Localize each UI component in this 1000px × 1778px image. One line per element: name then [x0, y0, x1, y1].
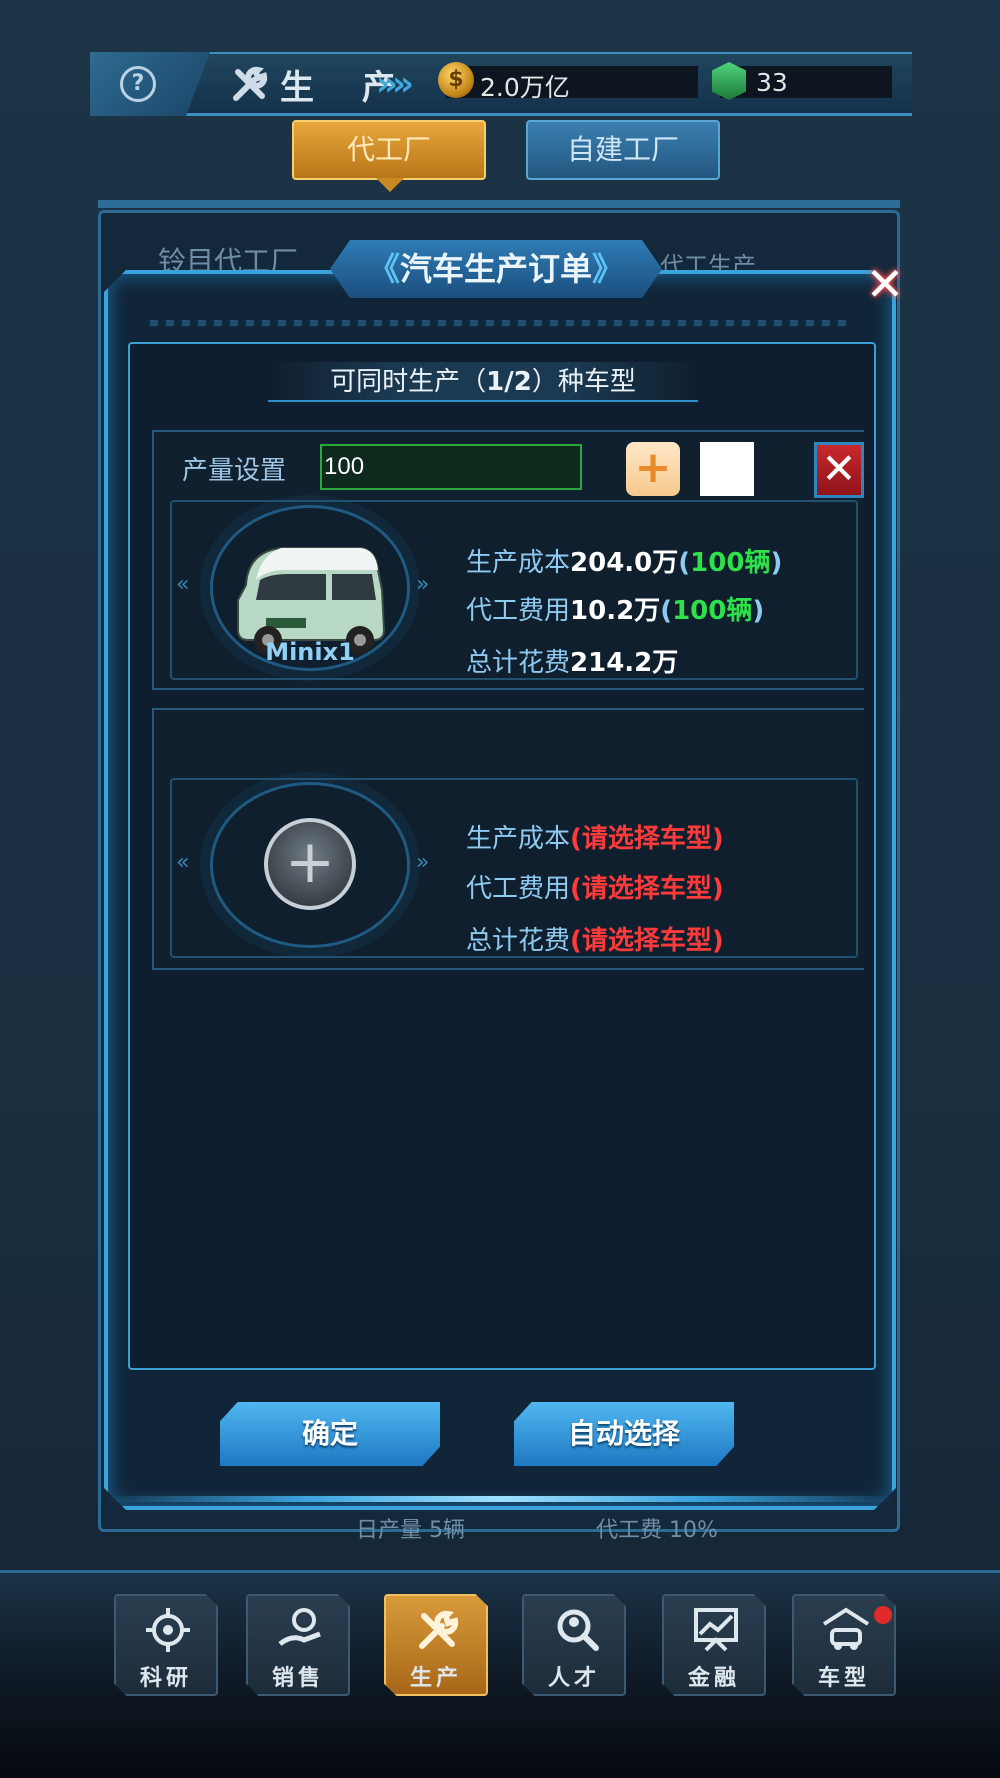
car-name: Minix1	[265, 638, 355, 666]
quantity-input[interactable]: 100	[320, 444, 582, 490]
production-cost-line: 生产成本(请选择车型)	[466, 818, 724, 855]
decorative-strip	[150, 320, 850, 326]
coin-balance: $ 2.0万亿	[438, 62, 698, 102]
gem-balance: 33	[712, 62, 892, 100]
add-car-button[interactable]: +	[264, 818, 356, 910]
production-cost-label: 生产成本	[466, 548, 571, 578]
select-car-placeholder: (请选择车型)	[570, 824, 724, 854]
ring-left-arrow-icon: «	[176, 850, 190, 875]
help-icon: ?	[120, 66, 156, 102]
nav-finance[interactable]: 金融	[662, 1594, 766, 1696]
oem-fee-text: 代工费 10%	[596, 1518, 718, 1543]
production-icon	[419, 1610, 459, 1649]
total-cost-label: 总计花费	[466, 926, 571, 956]
oem-fee-line: 代工费用(请选择车型)	[466, 868, 724, 905]
oem-fee-value: 10.2	[570, 596, 635, 626]
nav-label: 金融	[687, 1666, 740, 1691]
coin-value: 2.0万亿	[480, 73, 570, 102]
panel-top-line	[98, 200, 900, 208]
production-cost-label: 生产成本	[466, 824, 571, 854]
tab-oem-factory[interactable]: 代工厂	[292, 120, 486, 180]
auto-select-button[interactable]: 自动选择	[514, 1402, 734, 1466]
nav-label: 销售	[271, 1666, 324, 1691]
nav-label: 车型	[817, 1666, 870, 1691]
tools-icon	[233, 66, 268, 101]
capacity-prefix: 可同时生产（	[330, 367, 487, 397]
remove-slot-button[interactable]: ✕	[814, 442, 864, 498]
dialog-bottom-glow	[104, 1496, 896, 1502]
total-cost-line: 总计花费214.2万	[466, 642, 678, 679]
quantity-label: 产量设置	[182, 456, 287, 486]
sales-icon	[278, 1608, 321, 1646]
car-model-icon	[822, 1607, 870, 1650]
nav-label: 人才	[547, 1666, 600, 1691]
daily-output-text: 日产量 5辆	[356, 1518, 465, 1543]
nav-production[interactable]: 生产	[384, 1594, 488, 1696]
close-icon[interactable]: ✕	[862, 261, 908, 308]
select-car-placeholder: (请选择车型)	[570, 926, 724, 956]
ring-right-arrow-icon: »	[416, 850, 430, 875]
title-right-arrow-icon: 》	[592, 250, 625, 288]
oem-fee-count: 100辆	[672, 596, 753, 626]
capacity-suffix: ）种车型	[531, 367, 636, 397]
research-icon	[146, 1608, 190, 1652]
top-bar: ? 生 产 »» $ 2.0万亿 33	[90, 52, 912, 116]
production-cost-line: 生产成本204.0万(100辆)	[466, 548, 783, 578]
title-chevrons-icon: »»	[376, 64, 414, 104]
title-left-arrow-icon: 《	[367, 250, 400, 288]
total-cost-value: 214.2	[570, 648, 653, 678]
notification-badge	[874, 1606, 892, 1624]
blank-button[interactable]	[700, 442, 754, 496]
tab-own-factory[interactable]: 自建工厂	[526, 120, 720, 180]
production-cost-unit: 万	[652, 548, 679, 578]
oem-fee-label: 代工费用	[466, 596, 571, 626]
total-cost-label: 总计花费	[466, 648, 571, 678]
capacity-value: 1/2	[486, 367, 532, 397]
nav-sales[interactable]: 销售	[246, 1594, 350, 1696]
talent-icon	[557, 1609, 599, 1651]
nav-talent[interactable]: 人才	[522, 1594, 626, 1696]
select-car-placeholder: (请选择车型)	[570, 874, 724, 904]
oem-fee-label: 代工费用	[466, 874, 571, 904]
dialog-title: 《汽车生产订单》	[330, 240, 662, 298]
production-cost-value: 204.0	[570, 548, 653, 578]
nav-label: 生产	[409, 1666, 462, 1691]
increase-quantity-button[interactable]: +	[626, 442, 680, 496]
ring-left-arrow-icon: «	[176, 572, 190, 597]
finance-icon	[694, 1608, 738, 1652]
total-cost-unit: 万	[652, 648, 679, 678]
production-cost-count: 100辆	[690, 548, 771, 578]
oem-fee-unit: 万	[634, 596, 661, 626]
nav-label: 科研	[139, 1666, 192, 1691]
dialog-title-text: 汽车生产订单	[399, 250, 592, 288]
ring-right-arrow-icon: »	[416, 572, 430, 597]
nav-research[interactable]: 科研	[114, 1594, 218, 1696]
capacity-banner: 可同时生产（1/2）种车型	[268, 362, 698, 402]
oem-fee-line: 代工费用10.2万(100辆)	[466, 596, 765, 626]
confirm-button[interactable]: 确定	[220, 1402, 440, 1466]
coin-icon: $	[438, 62, 474, 98]
gem-value: 33	[756, 68, 788, 97]
total-cost-line: 总计花费(请选择车型)	[466, 920, 724, 957]
